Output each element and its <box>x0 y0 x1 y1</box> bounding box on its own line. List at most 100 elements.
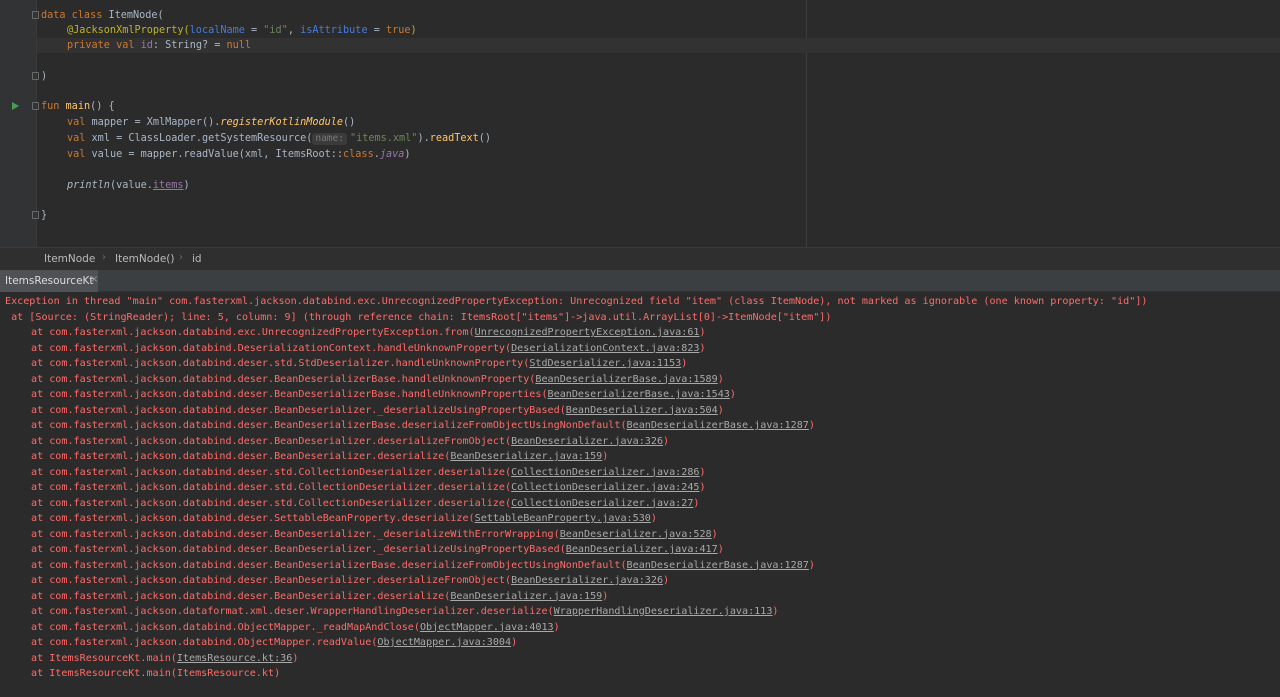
stack-frame-line: at com.fasterxml.jackson.databind.deser.… <box>31 573 669 589</box>
breadcrumb-item[interactable]: ItemNode <box>44 253 95 265</box>
fold-marker-icon[interactable] <box>32 102 39 110</box>
stack-frame-method: at ItemsResourceKt.main( <box>31 652 177 664</box>
stack-frame-method: at com.fasterxml.jackson.databind.deser.… <box>31 466 512 478</box>
source-link[interactable]: BeanDeserializerBase.java:1287 <box>627 420 809 431</box>
code-line: } <box>0 208 1280 223</box>
stack-frame-close: ) <box>808 420 815 431</box>
code-line: data class ItemNode( <box>0 8 1280 23</box>
stack-frame-method: at com.fasterxml.jackson.databind.deser.… <box>31 435 512 447</box>
stack-frame-close: ) <box>650 513 657 524</box>
stack-frame-line: at com.fasterxml.jackson.databind.Object… <box>31 635 517 651</box>
exception-source: at [Source: (StringReader); line: 5, col… <box>5 311 832 323</box>
stack-frame-line: at com.fasterxml.jackson.databind.deser.… <box>31 449 608 465</box>
stack-frame-method: at com.fasterxml.jackson.databind.deser.… <box>31 358 530 369</box>
stack-frame-method: at com.fasterxml.jackson.databind.Object… <box>31 637 378 648</box>
stack-frame-method: at com.fasterxml.jackson.databind.deser.… <box>31 482 512 493</box>
source-link[interactable]: BeanDeserializerBase.java:1543 <box>548 389 730 400</box>
code-line: val mapper = XmlMapper().registerKotlinM… <box>67 117 356 128</box>
breadcrumb: ItemNode › ItemNode() › id <box>0 247 1280 270</box>
stack-frame-line: at ItemsResourceKt.main(ItemsResource.kt… <box>31 651 298 667</box>
stack-frame-line: at com.fasterxml.jackson.databind.Object… <box>31 620 560 636</box>
stack-frame-line: at com.fasterxml.jackson.databind.deser.… <box>31 511 657 527</box>
stack-frame-method: at com.fasterxml.jackson.dataformat.xml.… <box>31 606 554 617</box>
run-tab-label: ItemsResourceKt <box>5 275 94 287</box>
stack-frame-line: at com.fasterxml.jackson.dataformat.xml.… <box>31 604 778 620</box>
code-editor[interactable]: data class ItemNode( @JacksonXmlProperty… <box>0 0 1280 247</box>
stack-frame-method: at com.fasterxml.jackson.databind.deser.… <box>31 389 548 400</box>
fold-marker-icon[interactable] <box>32 11 39 19</box>
code-line: val value = mapper.readValue(xml, ItemsR… <box>67 149 411 160</box>
source-link[interactable]: CollectionDeserializer.java:27 <box>511 498 693 509</box>
source-link[interactable]: BeanDeserializerBase.java:1589 <box>535 374 717 385</box>
chevron-right-icon: › <box>102 252 106 263</box>
stack-frame-line: at com.fasterxml.jackson.databind.deser.… <box>31 434 669 450</box>
stack-frame-method: at com.fasterxml.jackson.databind.deser.… <box>31 420 627 431</box>
stack-frame-close: ) <box>663 435 670 447</box>
source-link[interactable]: BeanDeserializer.java:326 <box>511 436 663 447</box>
stack-frame-close: ) <box>808 559 815 571</box>
stack-frame-method: at com.fasterxml.jackson.databind.deser.… <box>31 451 451 462</box>
stack-frame-method: at com.fasterxml.jackson.databind.deser.… <box>31 373 536 385</box>
source-link[interactable]: DeserializationContext.java:823 <box>511 343 699 354</box>
stack-frame-line: at com.fasterxml.jackson.databind.deser.… <box>31 542 724 558</box>
fold-marker-icon[interactable] <box>32 211 39 219</box>
stack-frame-method: at com.fasterxml.jackson.databind.deser.… <box>31 513 475 524</box>
source-link[interactable]: BeanDeserializer.java:504 <box>566 405 718 416</box>
code-line: println(value.items) <box>67 180 190 191</box>
stack-frame-close: ) <box>553 621 560 633</box>
stack-frame-line: at com.fasterxml.jackson.databind.deser.… <box>31 589 608 605</box>
source-link[interactable]: ObjectMapper.java:4013 <box>420 622 554 633</box>
stack-frame-line: at com.fasterxml.jackson.databind.deser.… <box>31 480 706 496</box>
stack-frame-line: at com.fasterxml.jackson.databind.deser.… <box>31 372 724 388</box>
breadcrumb-item[interactable]: ItemNode() <box>115 253 175 265</box>
source-link[interactable]: UnrecognizedPropertyException.java:61 <box>475 327 700 338</box>
stack-frame-method: at com.fasterxml.jackson.databind.deser.… <box>31 528 560 540</box>
stack-frame-close: ) <box>681 358 688 369</box>
source-link[interactable]: CollectionDeserializer.java:286 <box>511 467 699 478</box>
stack-frame-close: ) <box>699 466 706 478</box>
source-link[interactable]: BeanDeserializerBase.java:1287 <box>627 560 809 571</box>
stack-frame-method: at com.fasterxml.jackson.databind.deser.… <box>31 590 451 602</box>
source-link[interactable]: BeanDeserializer.java:417 <box>566 544 718 555</box>
stack-frame-close: ) <box>693 497 700 509</box>
close-icon[interactable]: × <box>90 274 98 285</box>
run-gutter-icon[interactable] <box>12 102 19 110</box>
stack-frame-line: at com.fasterxml.jackson.databind.deser.… <box>31 558 815 574</box>
stack-frame-close: ) <box>699 342 706 354</box>
stack-frame-close: ) <box>292 652 299 664</box>
source-link[interactable]: CollectionDeserializer.java:245 <box>511 482 699 493</box>
source-link[interactable]: ObjectMapper.java:3004 <box>377 637 511 648</box>
source-link[interactable]: BeanDeserializer.java:159 <box>450 591 602 602</box>
stack-frame-close: ) <box>772 606 779 617</box>
stack-frame-line: at com.fasterxml.jackson.databind.deser.… <box>31 387 736 403</box>
current-code-line: private val id: String? = null <box>37 38 1280 53</box>
run-tab[interactable]: ItemsResourceKt × <box>0 270 98 292</box>
code-line: @JacksonXmlProperty(localName = "id", is… <box>67 25 417 36</box>
code-line: ) <box>0 69 1280 84</box>
chevron-right-icon: › <box>179 252 183 263</box>
source-link[interactable]: WrapperHandlingDeserializer.java:113 <box>554 606 773 617</box>
stack-frame-method: at com.fasterxml.jackson.databind.Object… <box>31 621 420 633</box>
stack-frame-line: at com.fasterxml.jackson.databind.Deseri… <box>31 341 706 357</box>
source-link[interactable]: ItemsResource.kt:36 <box>177 653 292 664</box>
breadcrumb-item[interactable]: id <box>192 253 202 265</box>
stack-frame-line: at com.fasterxml.jackson.databind.deser.… <box>31 465 706 481</box>
stack-frame-method: at ItemsResourceKt.main( <box>31 668 177 679</box>
stack-frame-line: at ItemsResourceKt.main(ItemsResource.kt… <box>31 666 280 682</box>
source-link[interactable]: BeanDeserializer.java:326 <box>511 575 663 586</box>
fold-marker-icon[interactable] <box>32 72 39 80</box>
stack-frame-close: ) <box>274 668 281 679</box>
stack-frame-close: ) <box>729 389 736 400</box>
source-link[interactable]: BeanDeserializer.java:528 <box>560 529 712 540</box>
source-link[interactable]: StdDeserializer.java:1153 <box>529 358 681 369</box>
stack-frame-line: at com.fasterxml.jackson.databind.exc.Un… <box>31 325 706 341</box>
stack-frame-close: ) <box>717 544 724 555</box>
stack-frame-method: at com.fasterxml.jackson.databind.deser.… <box>31 575 512 586</box>
run-console[interactable]: Exception in thread "main" com.fasterxml… <box>0 292 1280 697</box>
stack-frame-line: at com.fasterxml.jackson.databind.deser.… <box>31 418 815 434</box>
stack-frame-line: at com.fasterxml.jackson.databind.deser.… <box>31 356 687 372</box>
stack-frame-close: ) <box>699 327 706 338</box>
run-tool-window-tabs: ItemsResourceKt × <box>0 270 1280 292</box>
source-link[interactable]: BeanDeserializer.java:159 <box>450 451 602 462</box>
source-link[interactable]: SettableBeanProperty.java:530 <box>475 513 651 524</box>
